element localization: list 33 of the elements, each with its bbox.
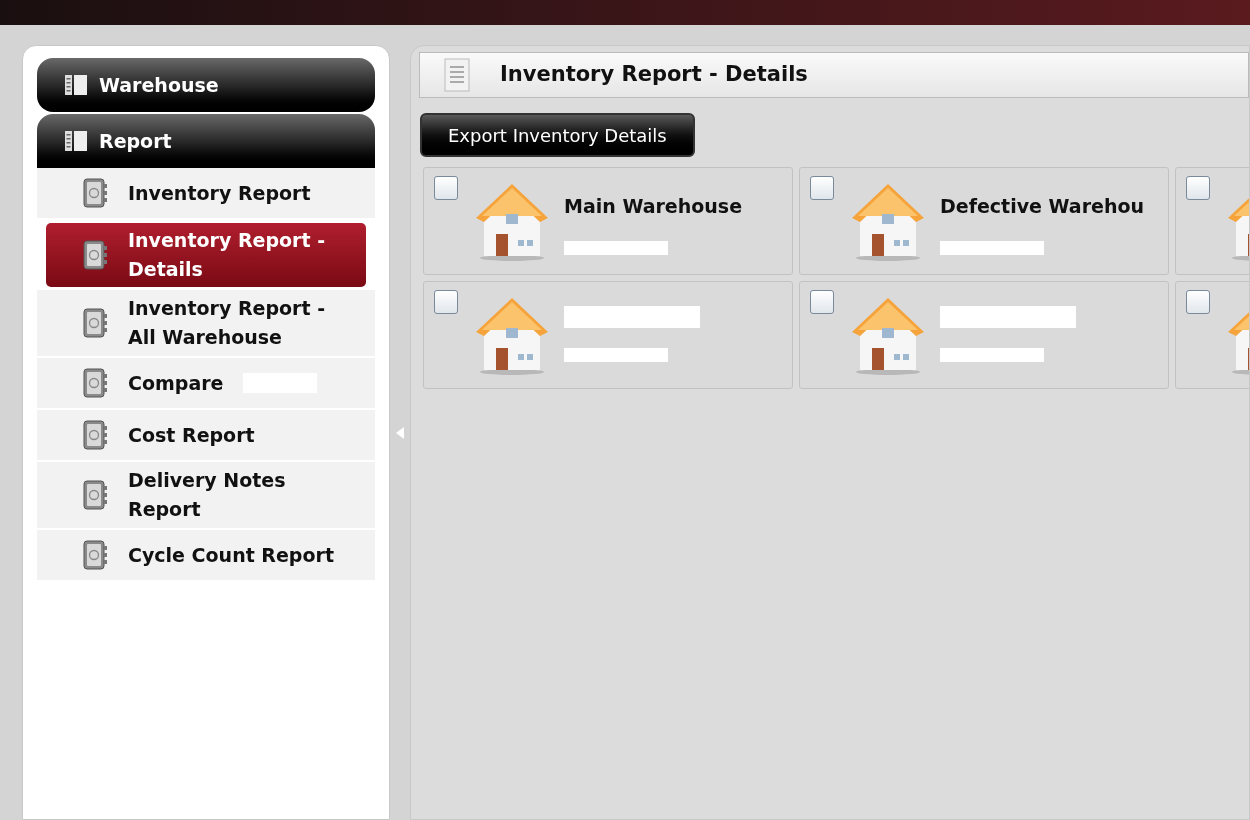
report-menu-item[interactable]: Inventory Report - All Warehouse (37, 290, 375, 358)
panel-title: Inventory Report - Details (500, 61, 808, 89)
warehouse-name: Defective Warehou (940, 194, 1145, 219)
warehouse-card[interactable] (799, 281, 1169, 389)
checkbox[interactable] (434, 290, 458, 314)
address-book-icon (82, 420, 108, 450)
checkbox[interactable] (1186, 176, 1210, 200)
report-menu-item[interactable]: Inventory Report (37, 168, 375, 220)
address-book-icon (82, 178, 108, 208)
checkbox[interactable] (1186, 290, 1210, 314)
address-book-icon (82, 540, 108, 570)
panel-icon (65, 75, 87, 95)
report-menu-item[interactable]: Delivery Notes Report (37, 462, 375, 530)
section-header[interactable]: Report (37, 114, 375, 168)
export-button[interactable]: Export Inventory Details (420, 113, 695, 157)
address-book-icon (82, 480, 108, 510)
warehouse-card[interactable] (423, 281, 793, 389)
report-menu-item[interactable]: Cycle Count Report (37, 530, 375, 582)
warehouse-card[interactable]: Main Warehouse (423, 167, 793, 275)
checkbox[interactable] (810, 176, 834, 200)
address-book-icon (82, 308, 108, 338)
checkbox[interactable] (434, 176, 458, 200)
warehouse-card[interactable]: Defective Warehou (799, 167, 1169, 275)
report-menu-item[interactable]: Cost Report (37, 410, 375, 462)
report-menu-item[interactable]: Inventory Report - Details (46, 223, 366, 287)
report-menu-item[interactable]: Compare (37, 358, 375, 410)
address-book-icon (82, 368, 108, 398)
address-book-icon (82, 240, 108, 270)
section-header[interactable]: Warehouse (37, 58, 375, 112)
warehouse-name: Main Warehouse (564, 194, 743, 219)
checkbox[interactable] (810, 290, 834, 314)
document-icon (444, 58, 470, 92)
panel-icon (65, 131, 87, 151)
